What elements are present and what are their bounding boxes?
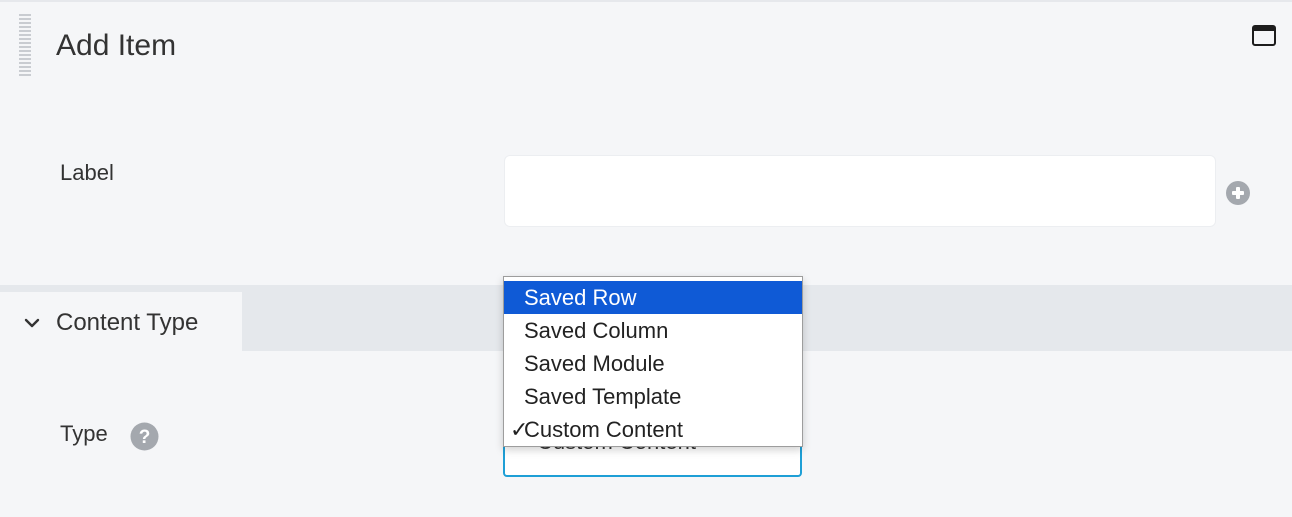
section-title: Content Type bbox=[56, 309, 199, 336]
option-label: Saved Template bbox=[524, 384, 682, 409]
question-circle-icon[interactable]: ? bbox=[130, 422, 159, 451]
dropdown-option-saved-row[interactable]: Saved Row bbox=[504, 281, 802, 314]
type-field-label: Type bbox=[60, 421, 108, 446]
dropdown-option-saved-module[interactable]: Saved Module bbox=[504, 347, 802, 380]
option-check-icon: ✓ bbox=[510, 417, 529, 442]
drag-handle-icon[interactable] bbox=[19, 14, 31, 76]
label-input[interactable] bbox=[505, 156, 1215, 226]
panel-top-edge bbox=[0, 0, 1292, 2]
option-label: Saved Module bbox=[524, 351, 665, 376]
chevron-down-icon[interactable] bbox=[24, 316, 40, 330]
dropdown-option-custom-content[interactable]: ✓ Custom Content bbox=[504, 413, 802, 446]
option-label: Saved Column bbox=[524, 318, 669, 343]
type-dropdown-menu: Saved Row Saved Column Saved Module Save… bbox=[503, 276, 803, 447]
svg-text:?: ? bbox=[139, 427, 151, 448]
window-maximize-icon[interactable] bbox=[1252, 25, 1276, 46]
plus-circle-icon[interactable] bbox=[1225, 180, 1251, 206]
option-label: Custom Content bbox=[524, 417, 683, 442]
dropdown-option-saved-template[interactable]: Saved Template bbox=[504, 380, 802, 413]
label-field-label: Label bbox=[60, 160, 114, 185]
dropdown-option-saved-column[interactable]: Saved Column bbox=[504, 314, 802, 347]
panel-title: Add Item bbox=[56, 29, 177, 62]
option-label: Saved Row bbox=[524, 285, 637, 310]
